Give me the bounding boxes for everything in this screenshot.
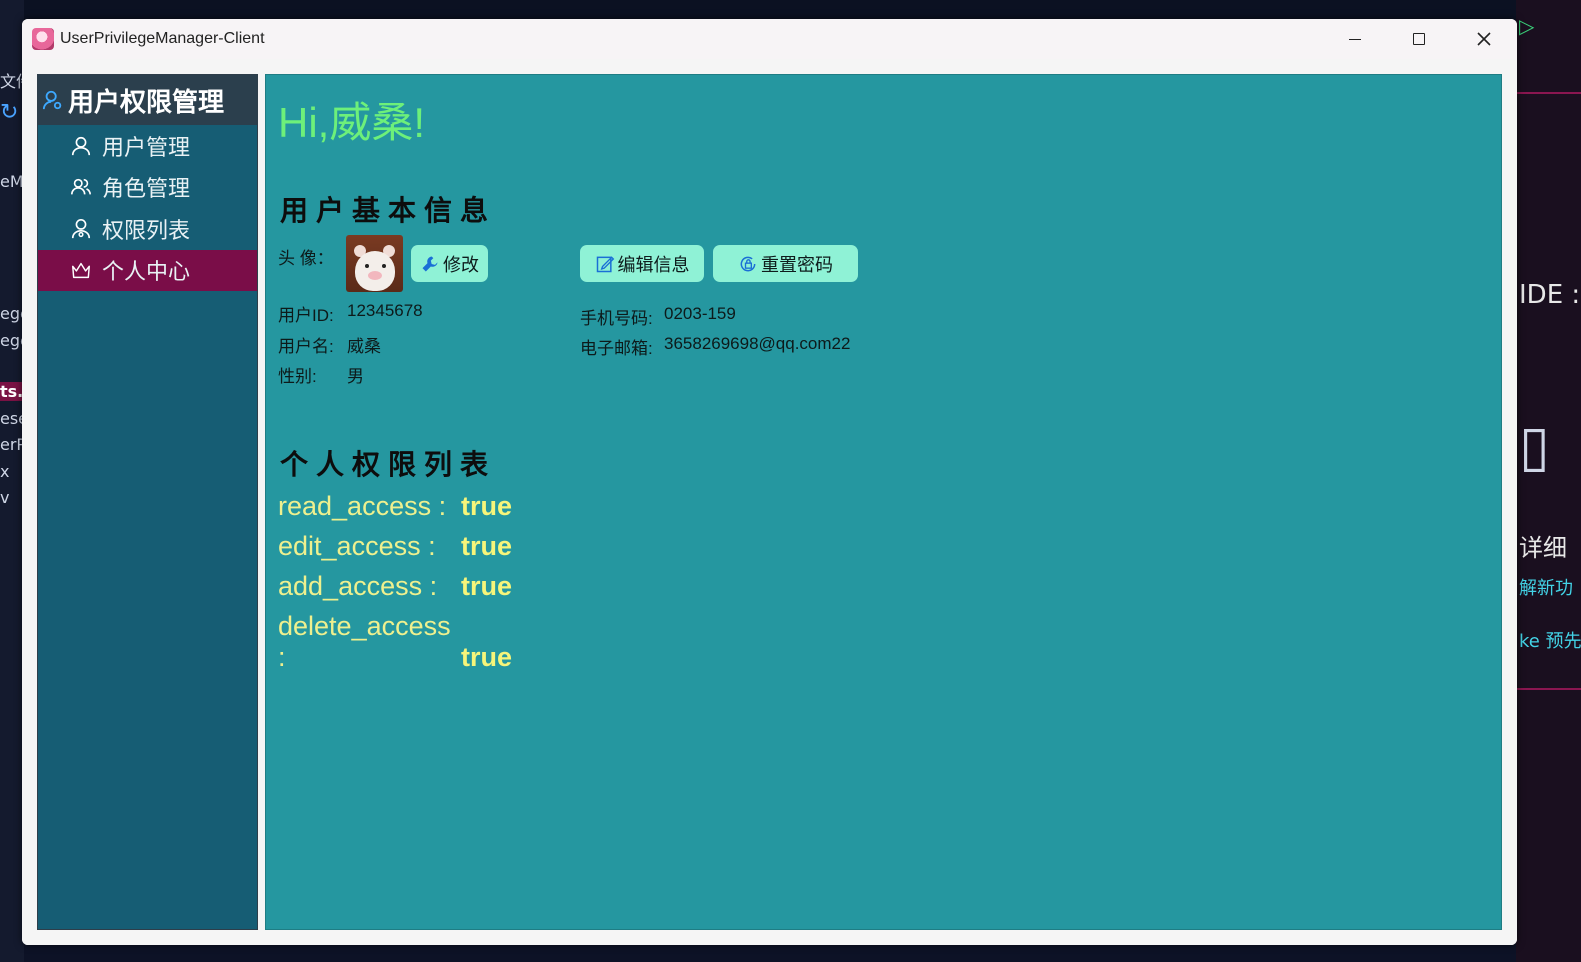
modify-avatar-label: 修改: [443, 254, 479, 275]
user-icon: [71, 136, 91, 155]
username-label: 用户名:: [278, 337, 334, 356]
background-panel-right: ▷ IDE : ▯ 详细 解新功 ke 预先: [1516, 0, 1581, 962]
permissions-title: 个人权限列表: [280, 448, 497, 481]
refresh-icon: ↻: [0, 100, 19, 125]
permission-value: true: [461, 491, 513, 521]
username-value: 威桑: [347, 337, 381, 356]
lock-reset-icon: [740, 256, 756, 271]
bg-fragment: 解新功: [1519, 578, 1573, 599]
bg-fragment: ege: [0, 304, 24, 323]
wrench-icon: [422, 256, 438, 271]
permission-value: true: [461, 642, 513, 672]
greeting-text: Hi,威桑!: [278, 99, 426, 146]
gender-value: 男: [347, 367, 364, 386]
avatar-label: 头 像：: [278, 249, 334, 268]
permission-row: add_access : true: [278, 571, 512, 602]
nav-item-label: 角色管理: [102, 177, 191, 203]
gender-label: 性别:: [278, 367, 317, 386]
bg-fragment: erP: [0, 435, 24, 454]
email-label: 电子邮箱:: [580, 339, 653, 358]
permission-row: delete_access : true: [278, 611, 512, 673]
nav-item-label: 权限列表: [102, 218, 191, 244]
nav-item-permission-list[interactable]: 权限列表: [38, 208, 257, 250]
bg-fragment: x: [0, 462, 10, 481]
user-id-label: 用户ID:: [278, 306, 334, 325]
reset-password-button[interactable]: 重置密码: [713, 245, 858, 282]
bg-fragment: 文件: [0, 72, 24, 91]
permission-row: read_access : true: [278, 491, 512, 522]
edit-info-label: 编辑信息: [617, 254, 690, 275]
bg-fragment: ege: [0, 331, 24, 350]
nav-item-personal-center[interactable]: 个人中心: [38, 249, 257, 291]
edit-icon: [596, 255, 614, 272]
bg-divider: [1516, 92, 1581, 94]
sidebar-header: 用户权限管理: [38, 75, 257, 125]
user-admin-icon: [42, 90, 62, 110]
bg-fragment: ts.:: [0, 382, 24, 401]
permission-value: true: [461, 571, 513, 601]
nav-item-label: 个人中心: [102, 260, 191, 286]
sidebar: 用户权限管理 用户管理 角色管理 权限列表 个人中心: [37, 74, 258, 930]
phone-label: 手机号码:: [580, 309, 653, 328]
close-button[interactable]: [1452, 19, 1516, 59]
permission-key: delete_access :: [278, 611, 451, 672]
basic-info-title: 用户基本信息: [280, 194, 497, 227]
permission-key: edit_access :: [278, 531, 436, 561]
background-editor-left: 文件 ↻ eMa ege ege ts.: eset erP x v: [0, 0, 24, 962]
email-value: 3658269698@qq.com22: [664, 334, 851, 353]
avatar-pig-eye: [365, 264, 369, 268]
maximize-button[interactable]: [1387, 19, 1451, 59]
main-panel: Hi,威桑! 用户基本信息 头 像： 修改 编辑信息 重置密码 用户ID: 12…: [265, 74, 1502, 930]
avatar-pig-eye: [382, 264, 386, 268]
window-title: UserPrivilegeManager-Client: [60, 30, 265, 47]
book-icon: ▯: [1519, 414, 1550, 479]
maximize-icon: [1413, 33, 1425, 45]
avatar-pig-nose: [368, 271, 382, 280]
modify-avatar-button[interactable]: 修改: [411, 245, 488, 282]
user-id-value: 12345678: [347, 301, 423, 320]
users-icon: [71, 179, 91, 195]
bg-fragment: ke 预先: [1519, 631, 1581, 652]
bg-fragment: 详细: [1519, 534, 1567, 562]
title-bar[interactable]: UserPrivilegeManager-Client: [22, 19, 1517, 59]
permission-value: true: [461, 531, 513, 561]
bg-fragment: IDE :: [1519, 280, 1581, 310]
bg-fragment: eset: [0, 409, 24, 428]
permission-key: add_access :: [278, 571, 438, 601]
app-logo-icon: [32, 28, 54, 50]
bg-divider: [1516, 688, 1581, 690]
background-taskbar: [0, 0, 1581, 20]
edit-info-button[interactable]: 编辑信息: [580, 245, 704, 282]
play-icon: ▷: [1519, 14, 1535, 38]
avatar[interactable]: [346, 235, 403, 292]
nav-item-label: 用户管理: [102, 135, 191, 161]
nav-item-user-management[interactable]: 用户管理: [38, 125, 257, 167]
bg-fragment: v: [0, 488, 10, 507]
minimize-icon: [1349, 38, 1361, 40]
minimize-button[interactable]: [1323, 19, 1387, 59]
sidebar-title: 用户权限管理: [68, 87, 225, 118]
app-window: UserPrivilegeManager-Client 用户权限管理 用户管理 …: [22, 19, 1517, 945]
nav-item-role-management[interactable]: 角色管理: [38, 167, 257, 209]
permission-user-icon: [71, 218, 91, 238]
close-icon: [1477, 32, 1491, 46]
permission-row: edit_access : true: [278, 531, 512, 562]
bg-fragment: eMa: [0, 172, 24, 191]
client-area: 用户权限管理 用户管理 角色管理 权限列表 个人中心 Hi,威桑! 用户基本信息…: [22, 59, 1517, 945]
reset-password-label: 重置密码: [761, 254, 833, 275]
crown-icon: [72, 263, 90, 279]
permission-key: read_access :: [278, 491, 447, 521]
phone-value: 0203-159: [664, 304, 736, 323]
